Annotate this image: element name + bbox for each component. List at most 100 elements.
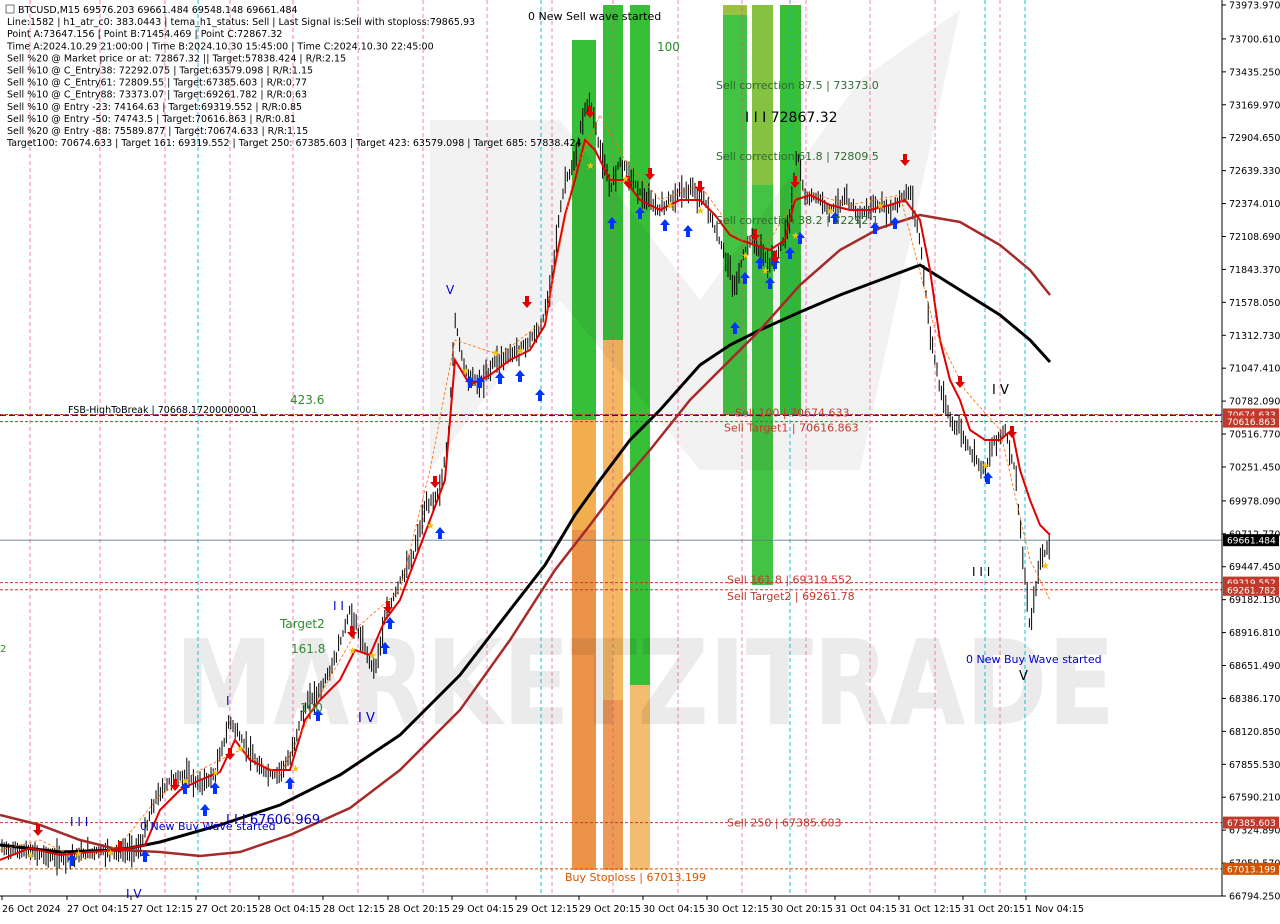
chart-annotation: Sell correction 61.8 | 72809.5: [716, 150, 879, 163]
time-tick-label: 28 Oct 04:15: [259, 904, 321, 915]
star-icon: ★: [368, 651, 377, 662]
time-tick-label: 27 Oct 12:15: [131, 904, 193, 915]
info-line: Sell %20 @ Market price or at: 72867.32 …: [7, 53, 346, 64]
price-tick-label: 71578.050: [1229, 298, 1280, 309]
time-tick-label: 26 Oct 2024: [2, 904, 61, 915]
time-tick-label: 28 Oct 20:15: [388, 904, 450, 915]
price-tick-label: 67855.530: [1229, 760, 1280, 771]
price-tick-label: 69447.450: [1229, 562, 1280, 573]
price-tick-label: 68386.170: [1229, 694, 1280, 705]
time-tick-label: 30 Oct 12:15: [707, 904, 769, 915]
info-line: Sell %10 @ C_Entry88: 73373.07 | Target:…: [7, 90, 307, 101]
chart-annotation: I I: [333, 599, 344, 613]
chart-annotation: I I I: [972, 565, 990, 579]
price-tick-label: 71312.730: [1229, 331, 1280, 342]
price-tick-label: 73700.610: [1229, 34, 1280, 45]
info-line: Sell %10 @ C_Entry38: 72292.075 | Target…: [7, 66, 313, 77]
price-tick-label: 68651.490: [1229, 661, 1280, 672]
time-tick-label: 29 Oct 12:15: [516, 904, 578, 915]
chart-annotation: 161.8: [291, 642, 325, 656]
price-tick-label: 73435.250: [1229, 67, 1280, 78]
price-tick-label: 69978.090: [1229, 496, 1280, 507]
chart-annotation: 0 New Sell wave started: [528, 10, 661, 23]
sell-250-label: Sell 250 | 67385.603: [727, 817, 842, 830]
star-icon: ★: [211, 768, 220, 779]
time-tick-label: 28 Oct 12:15: [323, 904, 385, 915]
info-line: Sell %10 @ Entry -50: 74743.5 | Target:7…: [7, 114, 296, 125]
info-line: BTCUSD,M15 69576.203 69661.484 69548.148…: [18, 5, 298, 16]
star-icon: ★: [791, 231, 800, 242]
star-icon: ★: [666, 201, 675, 212]
star-icon: ★: [291, 764, 300, 775]
chart-annotation: Target2: [279, 617, 325, 631]
star-icon: ★: [696, 206, 705, 217]
price-tick-label: 68120.850: [1229, 727, 1280, 738]
time-tick-label: 31 Oct 12:15: [899, 904, 961, 915]
chart-annotation: 423.6: [290, 393, 324, 407]
info-line: Sell %10 @ Entry -23: 74164.63 | Target:…: [7, 102, 302, 113]
sell-161-label: Sell 161.8 | 69319.552: [727, 574, 852, 587]
star-icon: ★: [461, 366, 470, 377]
info-line: Sell %20 @ Entry -88: 75589.877 | Target…: [7, 126, 308, 137]
watermark-text: MARKETZITRADE: [175, 614, 1115, 752]
price-tick-label: 73169.970: [1229, 100, 1280, 111]
chart-annotation: I: [226, 694, 230, 708]
info-line: Target100: 70674.633 | Target 161: 69319…: [6, 138, 582, 149]
correction-zone: [723, 5, 747, 15]
chart-annotation: I I I 67606.969: [226, 813, 320, 828]
time-tick-label: 29 Oct 20:15: [579, 904, 641, 915]
price-box-label: 69261.782: [1227, 586, 1276, 596]
edge-label: 2: [0, 644, 6, 655]
chart-annotation: Sell correction 87.5 | 73373.0: [716, 79, 879, 92]
chart-annotation: 100: [657, 40, 680, 54]
star-icon: ★: [74, 849, 83, 860]
sell-target1-label: Sell Target1 | 70616.863: [724, 422, 859, 435]
price-box-label: 67013.199: [1227, 865, 1276, 875]
info-line: Sell %10 @ C_Entry61: 72809.55 | Target:…: [7, 78, 307, 89]
price-tick-label: 73973.970: [1229, 1, 1280, 12]
star-icon: ★: [426, 521, 435, 532]
price-chart[interactable]: MARKETZITRADE FSB-HighToBreak | 70668.17…: [0, 0, 1280, 920]
time-tick-label: 29 Oct 04:15: [452, 904, 514, 915]
star-icon: ★: [516, 346, 525, 357]
time-tick-label: 31 Oct 04:15: [835, 904, 897, 915]
chart-annotation: I V: [358, 711, 375, 726]
star-icon: ★: [586, 161, 595, 172]
price-tick-label: 66794.250: [1229, 892, 1280, 903]
buy-stoploss-label: Buy Stoploss | 67013.199: [565, 871, 706, 884]
chart-annotation: I I I: [70, 815, 88, 829]
chart-annotation: I I I 72867.32: [745, 110, 838, 126]
price-tick-label: 69182.130: [1229, 595, 1280, 606]
chart-annotation: Sell correction 38.2 | 72292.1: [716, 214, 879, 227]
price-tick-label: 70516.770: [1229, 430, 1280, 441]
time-tick-label: 30 Oct 04:15: [643, 904, 705, 915]
star-icon: ★: [621, 174, 630, 185]
price-box-label: 70616.863: [1227, 418, 1276, 428]
star-icon: ★: [491, 348, 500, 359]
price-tick-label: 71843.370: [1229, 265, 1280, 276]
price-tick-label: 72639.330: [1229, 166, 1280, 177]
star-icon: ★: [876, 201, 885, 212]
price-box-label: 69661.484: [1227, 537, 1276, 547]
time-tick-label: 27 Oct 04:15: [67, 904, 129, 915]
price-tick-label: 72374.010: [1229, 199, 1280, 210]
star-icon: ★: [741, 251, 750, 262]
chart-annotation: V: [446, 283, 455, 297]
star-icon: ★: [26, 851, 35, 862]
price-tick-label: 71047.410: [1229, 364, 1280, 375]
price-tick-label: 67590.210: [1229, 793, 1280, 804]
time-tick-label: 27 Oct 20:15: [196, 904, 258, 915]
chart-annotation: I V: [126, 887, 142, 901]
sell-target2-label: Sell Target2 | 69261.78: [727, 590, 855, 603]
info-line: Line:1582 | h1_atr_c0: 383.0443 | tema_h…: [7, 17, 475, 28]
price-box-label: 67385.603: [1227, 819, 1276, 829]
price-tick-label: 70251.450: [1229, 462, 1280, 473]
chart-annotation: 0 New Buy Wave started: [966, 653, 1102, 666]
price-tick-label: 70782.090: [1229, 397, 1280, 408]
chart-annotation: I V: [992, 383, 1009, 398]
star-icon: ★: [106, 848, 115, 859]
price-tick-label: 72904.650: [1229, 133, 1280, 144]
sell-100-label: Sell 100 | 70674.633: [735, 406, 850, 419]
info-line: Point A:73647.156 | Point B:71454.469 | …: [7, 29, 282, 40]
chart-annotation: V: [1019, 669, 1028, 684]
